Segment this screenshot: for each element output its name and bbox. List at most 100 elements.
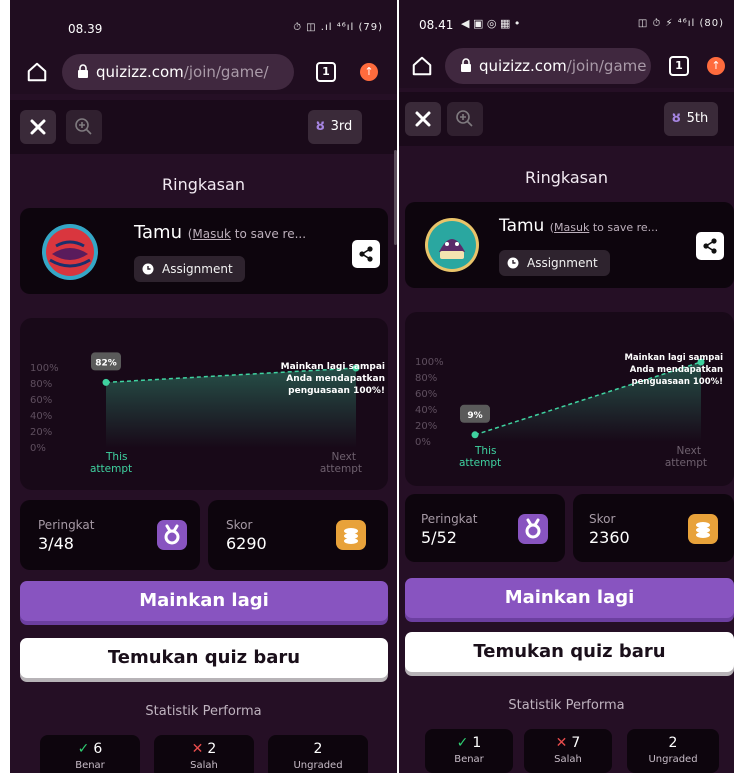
stat-ungraded: 2 Ungraded xyxy=(268,735,368,773)
rank-card: Peringkat 3/48 xyxy=(20,500,200,570)
update-icon[interactable]: ↑ xyxy=(707,57,725,75)
find-new-quiz-button[interactable]: Temukan quiz baru xyxy=(405,632,734,672)
x-axis-label: attempt xyxy=(320,463,362,475)
medal-badge-icon xyxy=(518,514,548,544)
zoom-button[interactable] xyxy=(447,102,483,136)
score-label: Skor xyxy=(226,518,253,532)
close-button[interactable] xyxy=(20,110,56,144)
ungraded-label: Ungraded xyxy=(293,760,343,771)
rank-label: Peringkat xyxy=(38,518,95,532)
login-suffix: to save re... xyxy=(230,227,307,241)
y-tick-label: 60% xyxy=(30,395,52,406)
performance-title: Statistik Performa xyxy=(508,698,625,713)
rank-badge-text: 5th xyxy=(686,111,709,126)
url-field[interactable]: quizizz.com/join/game/ xyxy=(62,54,294,90)
tabs-count-icon[interactable]: 1 xyxy=(669,56,689,76)
check-icon: ✓ xyxy=(456,735,469,751)
lock-icon xyxy=(78,64,88,78)
player-name-line: Tamu (Masuk to save re... xyxy=(134,222,306,243)
rank-card: Peringkat 5/52 xyxy=(405,494,565,562)
play-again-button[interactable]: Mainkan lagi xyxy=(405,578,734,618)
lock-icon xyxy=(461,58,471,72)
url-domain: quizizz.com xyxy=(96,63,184,81)
zoom-in-icon xyxy=(75,118,92,135)
close-button[interactable] xyxy=(405,102,441,136)
x-axis-label: attempt xyxy=(665,457,707,469)
tabs-count-icon[interactable]: 1 xyxy=(316,62,336,82)
rank-label: Peringkat xyxy=(421,512,478,526)
correct-label: Benar xyxy=(454,754,484,765)
value-label: 9% xyxy=(467,411,482,421)
rank-value: 5/52 xyxy=(421,528,457,547)
share-button[interactable] xyxy=(696,232,724,260)
status-icons: ◫ ⏱ ⚡ ⁴⁶ıl (80) xyxy=(637,18,724,29)
login-suffix: to save re... xyxy=(589,221,659,234)
status-time: 08.41 xyxy=(419,18,454,32)
coins-icon xyxy=(688,514,718,544)
close-icon xyxy=(415,111,431,127)
score-label: Skor xyxy=(589,512,616,526)
rank-badge-text: 3rd xyxy=(330,119,353,134)
x-axis-label: Next xyxy=(677,445,701,457)
share-icon xyxy=(703,238,717,254)
score-value: 2360 xyxy=(589,528,630,547)
y-tick-label: 40% xyxy=(30,411,52,422)
status-time: 08.39 xyxy=(68,22,103,36)
assignment-chip: Assignment xyxy=(134,256,245,282)
medal-icon: ȣ xyxy=(316,119,325,134)
stat-incorrect: ✕ 2 Salah xyxy=(154,735,254,773)
browser-url-bar: quizizz.com/join/game 1 ↑ xyxy=(399,44,734,88)
chart-note: Anda mendapatkan xyxy=(286,374,385,384)
stat-incorrect: ✕ 7 Salah xyxy=(524,729,612,773)
rank-button[interactable]: ȣ 5th xyxy=(664,102,719,136)
y-tick-label: 20% xyxy=(415,421,437,432)
chart-note: Anda mendapatkan xyxy=(630,365,723,375)
share-icon xyxy=(359,246,373,262)
login-link[interactable]: Masuk xyxy=(192,227,231,241)
y-tick-label: 100% xyxy=(415,357,444,368)
incorrect-label: Salah xyxy=(190,760,218,771)
game-toolbar: ȣ 3rd xyxy=(10,100,397,154)
update-icon[interactable]: ↑ xyxy=(360,63,378,81)
zoom-button[interactable] xyxy=(66,110,102,144)
performance-title: Statistik Performa xyxy=(145,704,262,719)
x-axis-label: This xyxy=(105,451,127,463)
y-tick-label: 20% xyxy=(30,427,52,438)
incorrect-count: 2 xyxy=(207,741,217,757)
login-link[interactable]: Masuk xyxy=(554,221,589,234)
y-tick-label: 100% xyxy=(30,363,59,374)
mastery-chart: 100% 80% 60% 40% 20% 0% 82% This attempt Next atte… xyxy=(20,318,388,490)
x-axis-label: attempt xyxy=(459,457,501,469)
stat-correct: ✓ 1 Benar xyxy=(425,729,513,773)
chart-note: penguasaan 100%! xyxy=(632,377,723,387)
y-tick-label: 40% xyxy=(415,405,437,416)
ungraded-count: 2 xyxy=(313,741,323,757)
game-toolbar: ȣ 5th xyxy=(399,92,734,146)
right-screenshot: 08.41 ◀ ▣ ◎ ▦ • ◫ ⏱ ⚡ ⁴⁶ıl (80) quizizz.… xyxy=(399,0,734,773)
profile-card: Tamu (Masuk to save re... Assignment xyxy=(405,202,734,288)
avatar xyxy=(42,224,98,280)
rank-button[interactable]: ȣ 3rd xyxy=(308,110,363,144)
home-icon[interactable] xyxy=(26,61,48,83)
url-path: /join/game/ xyxy=(183,63,269,81)
url-field[interactable]: quizizz.com/join/game xyxy=(445,48,651,84)
incorrect-label: Salah xyxy=(554,754,582,765)
status-bar: 08.39 ⏱ ◫ .ıl ⁴⁶ıl (79) xyxy=(10,0,397,50)
y-tick-label: 0% xyxy=(30,443,46,454)
left-screenshot: 08.39 ⏱ ◫ .ıl ⁴⁶ıl (79) quizizz.com/join… xyxy=(10,0,397,773)
home-icon[interactable] xyxy=(411,55,433,77)
chart-note: Mainkan lagi sampai xyxy=(624,353,723,363)
summary-title: Ringkasan xyxy=(162,175,245,194)
player-name: Tamu xyxy=(499,216,545,236)
clock-icon xyxy=(507,257,519,269)
play-again-button[interactable]: Mainkan lagi xyxy=(20,581,388,621)
correct-count: 6 xyxy=(93,741,103,757)
zoom-in-icon xyxy=(456,110,473,127)
chart-svg: 100%80%60%40%20%0%82%ThisattemptNextatte… xyxy=(30,352,385,475)
find-new-quiz-button[interactable]: Temukan quiz baru xyxy=(20,638,388,678)
stat-correct: ✓ 6 Benar xyxy=(40,735,140,773)
share-button[interactable] xyxy=(352,240,380,268)
assignment-label: Assignment xyxy=(162,262,233,276)
scrollbar[interactable] xyxy=(394,150,397,245)
data-point-this-attempt xyxy=(471,431,479,439)
